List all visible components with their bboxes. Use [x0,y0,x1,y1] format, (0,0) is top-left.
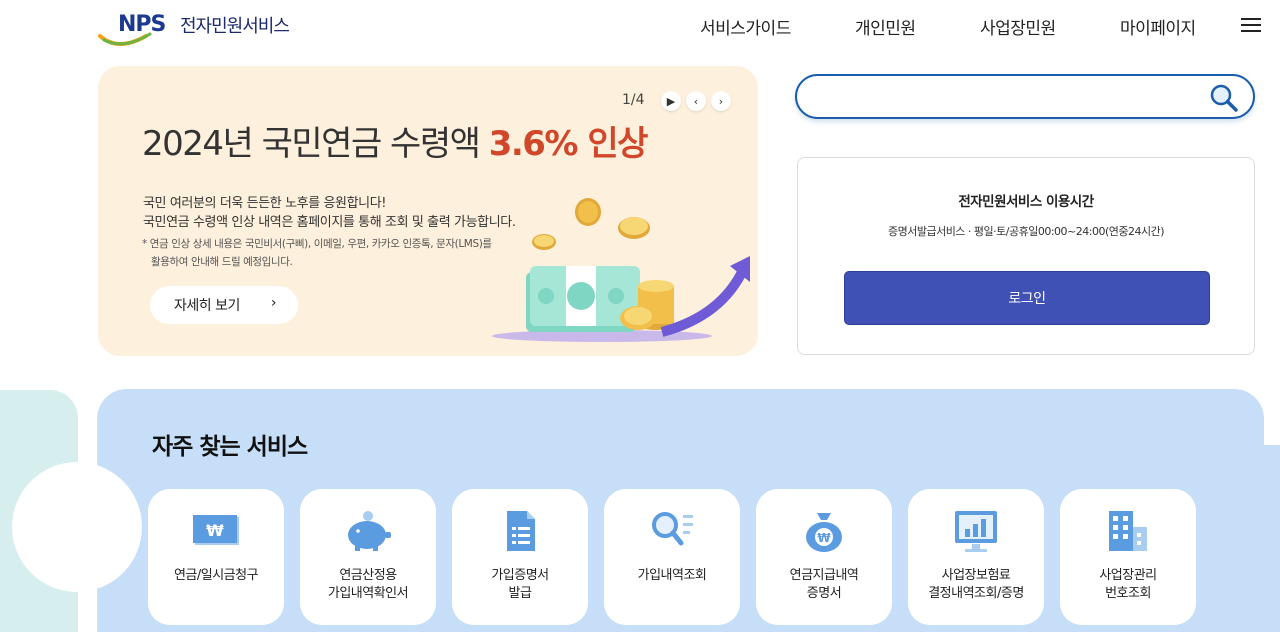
won-bill-icon: ₩ [193,515,239,545]
nav-mypage[interactable]: 마이페이지 [1120,14,1196,39]
document-icon [507,511,535,551]
main-banner: 1/4 ▶ ‹ › 2024년 국민연금 수령액 3.6% 인상 국민 여러분의… [98,66,758,356]
banner-note-line2: 활용하여 안내해 드릴 예정입니다. [151,256,293,268]
service-card-label: 가입내역조회 [637,568,707,583]
svg-text:₩: ₩ [206,521,224,540]
banner-title-highlight: 3.6% 인상 [488,124,649,164]
service-card-label: 연금지급내역 증명서 [789,568,859,601]
banner-note-line1: * 연금 인상 상세 내용은 국민비서(구삐), 이메일, 우편, 카카오 인증… [142,238,492,250]
banner-desc-line1: 국민 여러분의 더욱 든든한 노후를 응원합니다! [143,196,387,211]
nav-service-guide[interactable]: 서비스가이드 [700,14,791,39]
chart-monitor-icon [955,511,997,552]
banner-title-prefix: 2024년 국민연금 수령액 [142,124,489,164]
service-card-label: 연금산정용 가입내역확인서 [327,568,409,601]
service-card-label: 가입증명서 발급 [491,568,549,601]
service-time-desc: 증명서발급서비스 · 평일·토/공휴일00:00~24:00(연중24시간) [887,225,1165,238]
detail-button[interactable]: 자세히 보기 › [150,286,298,324]
nav-personal[interactable]: 개인민원 [855,14,916,39]
search-list-icon [652,512,693,546]
page: NPS 전자민원서비스 서비스가이드 개인민원 사업장민원 마이페이지 1/4 … [0,0,1280,632]
left-decoration-circle [12,462,142,592]
chevron-right-icon: › [270,295,277,311]
main-nav: 서비스가이드 개인민원 사업장민원 마이페이지 [0,14,1280,39]
service-card-business-premium[interactable]: 사업장보험료 결정내역조회/증명 [908,489,1044,625]
service-card-payment-cert[interactable]: ₩ 연금지급내역 증명서 [756,489,892,625]
service-card-business-number[interactable]: 사업장관리 번호조회 [1060,489,1196,625]
hamburger-menu-icon[interactable] [1241,16,1261,34]
right-decoration [1264,445,1280,632]
service-time-card: 전자민원서비스 이용시간 증명서발급서비스 · 평일·토/공휴일00:00~24… [797,157,1255,355]
search-input[interactable] [815,85,1205,109]
service-card-pension-calc[interactable]: 연금산정용 가입내역확인서 [300,489,436,625]
money-bag-icon: ₩ [806,513,842,552]
detail-button-label: 자세히 보기 [174,298,240,314]
frequent-services: 자주 찾는 서비스 ₩ 연금/일시금청구 연금산정용 가입내역확인서 가입증명서… [97,389,1264,632]
play-icon[interactable]: ▶ [661,91,681,111]
service-card-pension-claim[interactable]: ₩ 연금/일시금청구 [148,489,284,625]
money-growth-illustration [492,198,750,342]
frequent-services-title: 자주 찾는 서비스 [152,434,308,460]
service-card-label: 사업장보험료 결정내역조회/증명 [928,568,1024,601]
search-box [795,74,1255,119]
banner-desc-line2: 국민연금 수령액 인상 내역은 홈페이지를 통해 조회 및 출력 가능합니다. [143,215,516,230]
header: NPS 전자민원서비스 서비스가이드 개인민원 사업장민원 마이페이지 [0,0,1280,52]
nav-business[interactable]: 사업장민원 [980,14,1056,39]
service-card-label: 연금/일시금청구 [173,568,259,583]
service-time-title: 전자민원서비스 이용시간 [958,194,1094,210]
svg-text:₩: ₩ [817,531,831,545]
piggy-bank-icon [348,511,391,551]
chevron-right-icon[interactable]: › [711,91,731,111]
service-card-enrollment-cert[interactable]: 가입증명서 발급 [452,489,588,625]
chevron-left-icon[interactable]: ‹ [686,91,706,111]
banner-title: 2024년 국민연금 수령액 3.6% 인상 [142,116,649,165]
building-icon [1109,511,1147,551]
search-icon[interactable] [1209,83,1239,113]
service-card-label: 사업장관리 번호조회 [1099,568,1157,601]
service-card-enrollment-history[interactable]: 가입내역조회 [604,489,740,625]
banner-pager: 1/4 [622,92,645,108]
login-button[interactable]: 로그인 [844,271,1210,325]
